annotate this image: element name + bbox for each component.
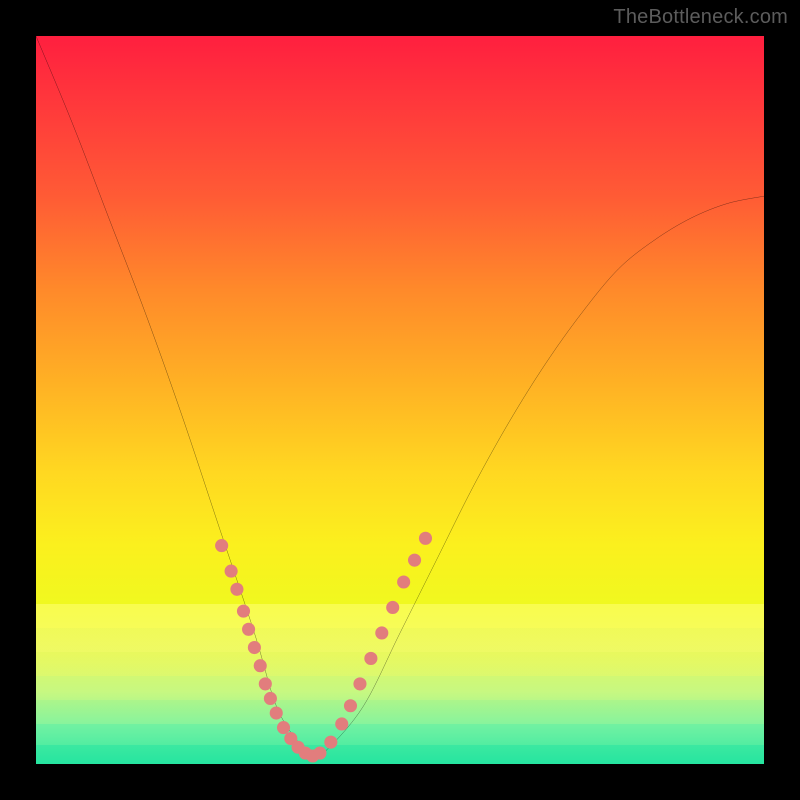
highlight-dot — [386, 601, 399, 614]
highlight-dot — [264, 692, 277, 705]
highlight-dot — [335, 717, 348, 730]
highlight-dot — [324, 736, 337, 749]
chart-frame: TheBottleneck.com — [0, 0, 800, 800]
plot-area — [36, 36, 764, 764]
highlight-dots — [215, 532, 432, 763]
highlight-dot — [270, 706, 283, 719]
highlight-dot — [419, 532, 432, 545]
highlight-dot — [353, 677, 366, 690]
highlight-dot — [408, 554, 421, 567]
bottleneck-curve — [36, 36, 764, 757]
highlight-dot — [344, 699, 357, 712]
highlight-dot — [230, 583, 243, 596]
highlight-dot — [225, 565, 238, 578]
highlight-dot — [277, 721, 290, 734]
highlight-dot — [215, 539, 228, 552]
watermark-text: TheBottleneck.com — [613, 6, 788, 29]
highlight-dot — [364, 652, 377, 665]
highlight-dot — [259, 677, 272, 690]
highlight-dot — [242, 623, 255, 636]
curve-svg — [36, 36, 764, 764]
curve-group — [36, 36, 764, 757]
highlight-dot — [397, 575, 410, 588]
highlight-dot — [237, 605, 250, 618]
highlight-dot — [313, 747, 326, 760]
highlight-dot — [375, 626, 388, 639]
highlight-dot — [254, 659, 267, 672]
highlight-dot — [248, 641, 261, 654]
